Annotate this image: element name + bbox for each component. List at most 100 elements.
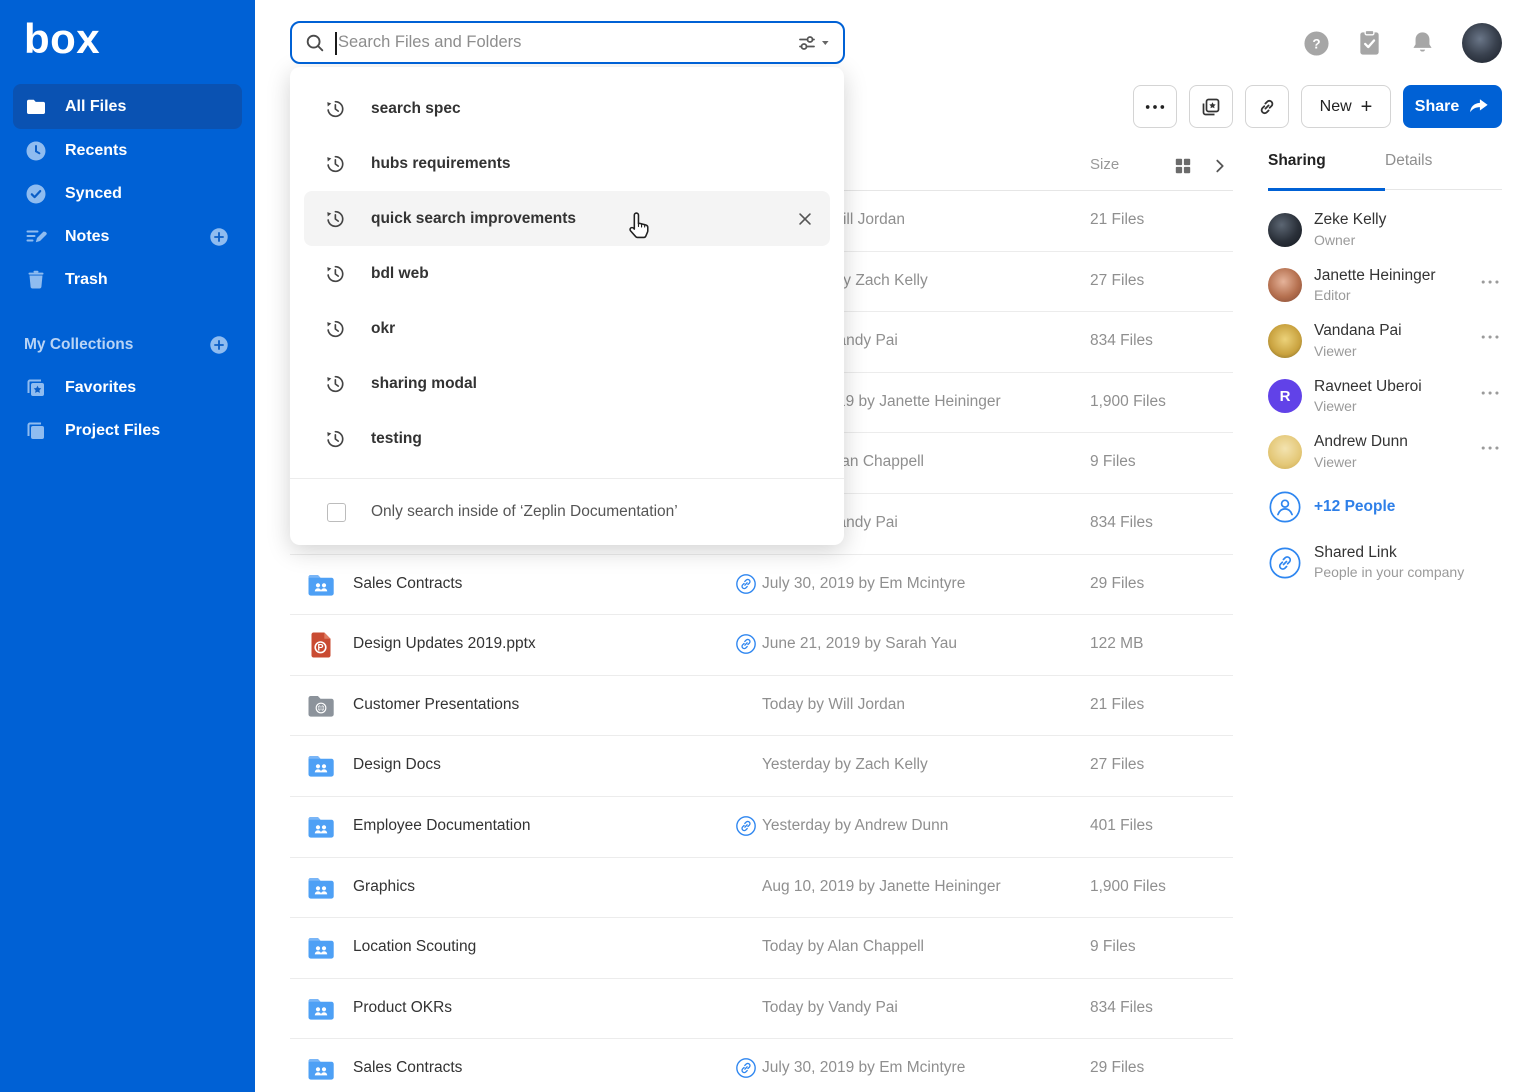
collaborator-row[interactable]: RRavneet UberoiViewer (1268, 369, 1502, 425)
updated-text: June 21, 2019 by Sarah Yau (762, 635, 957, 653)
notifications-bell-icon[interactable] (1409, 29, 1436, 58)
shared-link-indicator-icon[interactable] (735, 573, 757, 595)
scope-checkbox[interactable] (327, 503, 346, 522)
sidebar-item-favorites[interactable]: Favorites (13, 366, 242, 409)
collaborator-menu-icon[interactable] (1480, 389, 1502, 397)
avatar (1268, 435, 1302, 469)
search-scope-row[interactable]: Only search inside of ‘Zeplin Documentat… (290, 479, 844, 545)
folder-collab-icon (305, 932, 337, 964)
history-icon (324, 318, 346, 340)
shared-link-row[interactable]: Shared Link People in your company (1268, 534, 1502, 592)
add-icon[interactable] (208, 226, 230, 248)
updated-text: July 30, 2019 by Em Mcintyre (762, 1059, 965, 1077)
shared-link-subtitle: People in your company (1314, 564, 1464, 582)
file-name: Design Updates 2019.pptx (353, 635, 536, 653)
collaborator-menu-icon[interactable] (1480, 444, 1502, 452)
file-row[interactable]: GraphicsAug 10, 2019 by Janette Heininge… (290, 858, 1233, 919)
sidebar-item-label: Notes (65, 228, 109, 246)
sidebar-item-synced[interactable]: Synced (13, 172, 242, 215)
collaborator-row[interactable]: Andrew DunnViewer (1268, 424, 1502, 480)
scope-checkbox-label: Only search inside of ‘Zeplin Documentat… (371, 503, 678, 521)
more-people-button[interactable]: +12 People (1268, 480, 1502, 534)
file-row[interactable]: Design DocsYesterday by Zach Kelly27 Fil… (290, 736, 1233, 797)
sidebar-item-all-files[interactable]: All Files (13, 84, 242, 129)
remove-search-icon[interactable] (796, 210, 814, 228)
sidebar-section-my-collections[interactable]: My Collections (13, 323, 242, 366)
sidebar-item-recents[interactable]: Recents (13, 129, 242, 172)
get-link-button[interactable] (1245, 85, 1289, 128)
person-circle-icon (1268, 490, 1302, 524)
add-to-collection-button[interactable] (1189, 85, 1233, 128)
new-button-label: New (1320, 98, 1352, 116)
sidebar-item-notes[interactable]: Notes (13, 215, 242, 258)
collaborator-row[interactable]: Janette HeiningerEditor (1268, 258, 1502, 314)
recent-search-item[interactable]: search spec (290, 81, 844, 136)
recent-search-item[interactable]: bdl web (290, 246, 844, 301)
file-row[interactable]: Sales ContractsJuly 30, 2019 by Em Mcint… (290, 555, 1233, 616)
folder-collab-icon (305, 1053, 337, 1085)
recent-search-item[interactable]: sharing modal (290, 356, 844, 411)
folder-collab-icon (305, 993, 337, 1025)
shared-link-icon (1268, 546, 1302, 580)
file-name: Product OKRs (353, 999, 452, 1017)
recent-search-label: bdl web (371, 265, 429, 283)
collaborator-row[interactable]: Zeke KellyOwner (1268, 202, 1502, 258)
search-input[interactable] (336, 32, 797, 53)
more-options-button[interactable] (1133, 85, 1177, 128)
chevron-right-icon[interactable] (1211, 157, 1229, 175)
collaborator-name: Zeke Kelly (1314, 210, 1386, 229)
size-text: 122 MB (1090, 635, 1143, 653)
sidebar-item-trash[interactable]: Trash (13, 258, 242, 301)
folder-collab-icon (305, 872, 337, 904)
sidebar-item-project-files[interactable]: Project Files (13, 409, 242, 452)
updated-text: Aug 10, 2019 by Janette Heininger (762, 878, 1001, 896)
recent-search-item[interactable]: hubs requirements (290, 136, 844, 191)
user-avatar[interactable] (1462, 23, 1502, 63)
history-icon (324, 153, 346, 175)
sidebar-item-label: Project Files (65, 422, 160, 440)
file-row[interactable]: Customer PresentationsToday by Will Jord… (290, 676, 1233, 737)
tab-details[interactable]: Details (1385, 143, 1502, 189)
grid-view-icon[interactable] (1174, 157, 1192, 175)
sidebar-item-label: Trash (65, 271, 108, 289)
clipboard-icon[interactable] (1356, 28, 1383, 58)
collaborator-list: Zeke KellyOwnerJanette HeiningerEditorVa… (1268, 190, 1502, 480)
size-text: 29 Files (1090, 1059, 1144, 1077)
recent-search-item[interactable]: testing (290, 411, 844, 466)
collaborator-name: Vandana Pai (1314, 321, 1402, 340)
collaborator-menu-icon[interactable] (1480, 333, 1502, 341)
collaborator-row[interactable]: Vandana Pai Viewer (1268, 313, 1502, 369)
recent-search-item[interactable]: quick search improvements (304, 191, 830, 246)
shared-link-indicator-icon[interactable] (735, 633, 757, 655)
size-text: 9 Files (1090, 453, 1136, 471)
recent-search-label: quick search improvements (371, 210, 576, 228)
shared-link-indicator-icon[interactable] (735, 815, 757, 837)
file-row[interactable]: Location ScoutingToday by Alan Chappell9… (290, 918, 1233, 979)
collaborator-menu-icon[interactable] (1480, 278, 1502, 286)
history-icon (324, 263, 346, 285)
tab-sharing[interactable]: Sharing (1268, 143, 1385, 189)
recent-search-item[interactable]: okr (290, 301, 844, 356)
shared-link-indicator-icon[interactable] (735, 1057, 757, 1079)
share-button[interactable]: Share (1403, 85, 1502, 128)
file-row[interactable]: Employee DocumentationYesterday by Andre… (290, 797, 1233, 858)
size-text: 29 Files (1090, 575, 1144, 593)
history-icon (324, 98, 346, 120)
clock-icon (24, 139, 48, 163)
collaborator-role: Viewer (1314, 343, 1402, 361)
toolbar: New + Share (1133, 85, 1502, 128)
updated-text: Yesterday by Zach Kelly (762, 756, 928, 774)
text-caret (335, 32, 337, 55)
new-button[interactable]: New + (1301, 85, 1391, 128)
top-icon-bar: ? (1303, 23, 1502, 63)
search-filter-icon[interactable] (797, 33, 831, 53)
add-collection-icon[interactable] (208, 334, 230, 356)
file-row[interactable]: PDesign Updates 2019.pptxJune 21, 2019 b… (290, 615, 1233, 676)
help-icon[interactable]: ? (1303, 30, 1330, 57)
file-row[interactable]: Product OKRsToday by Vandy Pai834 Files (290, 979, 1233, 1040)
folder-collab-icon (305, 750, 337, 782)
file-row[interactable]: Sales ContractsJuly 30, 2019 by Em Mcint… (290, 1039, 1233, 1092)
size-column-header[interactable]: Size (1090, 156, 1119, 173)
file-name: Design Docs (353, 756, 441, 774)
box-app: box All FilesRecentsSyncedNotesTrash My … (0, 0, 1536, 1092)
